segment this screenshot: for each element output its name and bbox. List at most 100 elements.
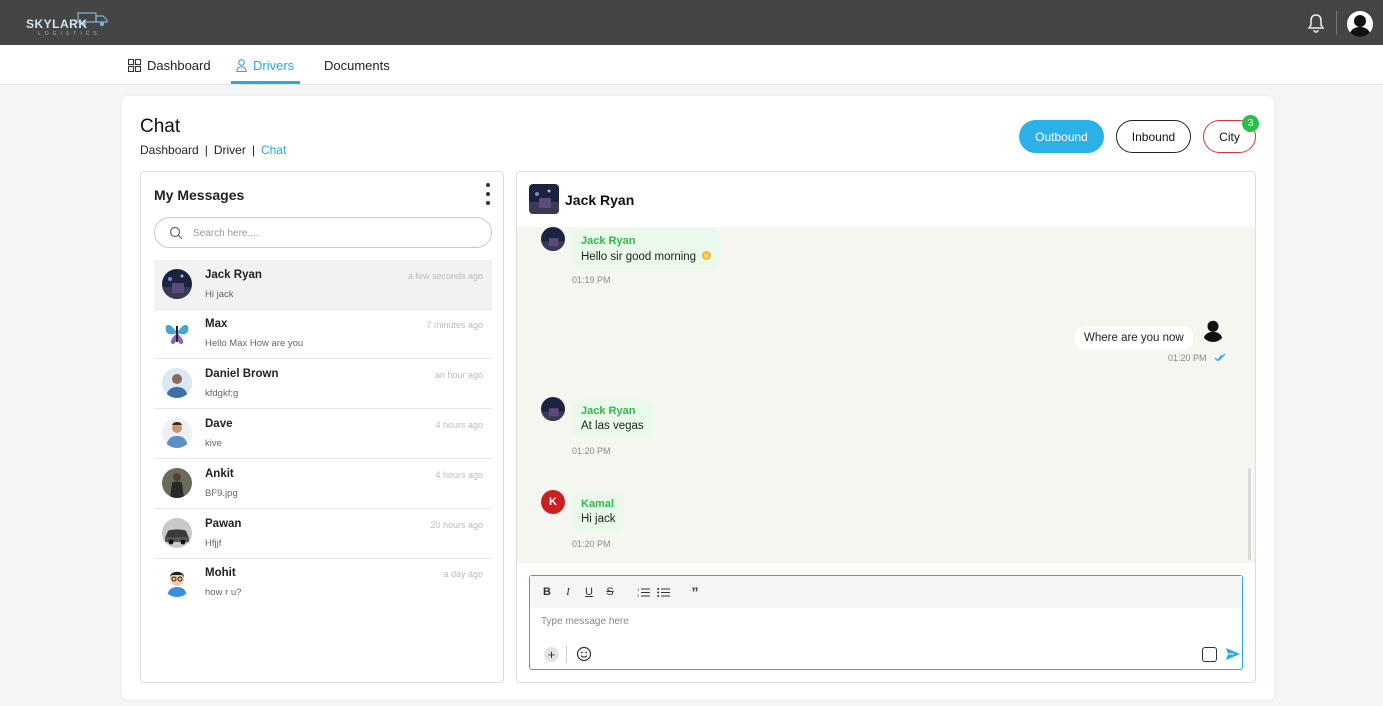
avatar — [162, 567, 192, 597]
message-sender: Jack Ryan — [581, 405, 636, 417]
italic-button[interactable]: I — [560, 584, 576, 600]
conversation-item-jack-ryan[interactable]: Jack Ryan Hi jack a few seconds ago — [154, 260, 492, 310]
conversation-item-mohit[interactable]: Mohit how r u? a day ago — [154, 558, 492, 608]
active-tab-indicator — [231, 81, 300, 84]
page-title: Chat — [140, 116, 181, 137]
message-list: Jack Ryan Hello sir good morning 01:19 P… — [517, 227, 1255, 563]
brand-tagline: LOGISTICS — [38, 31, 101, 37]
nav-drivers-label: Drivers — [253, 57, 295, 73]
avatar — [162, 368, 192, 398]
scrollbar[interactable] — [1248, 468, 1251, 560]
svg-text:1: 1 — [637, 587, 640, 592]
nav-dashboard-label: Dashboard — [147, 57, 211, 73]
grid-icon — [128, 58, 141, 72]
conversation-last-message: BF9.jpg — [205, 488, 238, 499]
messages-panel-title: My Messages — [154, 187, 245, 203]
message-input[interactable]: Type message here — [541, 616, 1141, 627]
breadcrumb-separator: | — [204, 143, 208, 157]
message-bubble-outgoing: Where are you now — [1075, 326, 1193, 350]
avatar — [162, 269, 192, 299]
conversation-name: Mohit — [205, 567, 236, 579]
breadcrumb-driver[interactable]: Driver — [214, 143, 246, 157]
search-icon — [169, 226, 183, 240]
conversation-time: 4 hours ago — [435, 420, 483, 430]
message-time: 01:19 PM — [572, 275, 611, 285]
conversation-item-max[interactable]: Max Hello Max How are you 7 minutes ago — [154, 309, 492, 359]
message-time: 01:20 PM — [572, 446, 611, 456]
nav-documents-label: Documents — [324, 57, 390, 73]
brand-name: SKYLARK — [26, 17, 88, 31]
user-avatar[interactable] — [1347, 11, 1373, 37]
conversation-last-message: Hello Max How are you — [205, 338, 304, 349]
inbound-button[interactable]: Inbound — [1116, 120, 1191, 153]
outbound-button[interactable]: Outbound — [1019, 120, 1104, 153]
conversation-item-daniel-brown[interactable]: Daniel Brown kfdgkf;g an hour ago — [154, 359, 492, 409]
message-text: At las vegas — [581, 420, 644, 432]
underline-button[interactable]: U — [581, 584, 597, 600]
chat-panel: Jack Ryan Jack Ryan Hello sir good morni… — [516, 171, 1256, 683]
breadcrumb-separator: | — [251, 143, 255, 157]
messages-panel: My Messages Jack Ryan Hi jack a few seco… — [140, 171, 504, 683]
message-avatar — [541, 397, 565, 421]
conversation-item-ankit[interactable]: Ankit BF9.jpg 4 hours ago — [154, 459, 492, 509]
brand-logo[interactable]: SKYLARK LOGISTICS — [18, 8, 112, 40]
format-toolbar: B I U S 1 2 ” — [530, 576, 1242, 608]
conversation-time: 4 hours ago — [435, 470, 483, 480]
conversation-last-message: how r u? — [205, 587, 242, 598]
conversation-time: 20 hours ago — [430, 520, 483, 530]
divider — [1336, 11, 1337, 35]
sun-emoji-icon — [702, 251, 712, 260]
nav-dashboard[interactable]: Dashboard — [128, 55, 211, 75]
user-icon — [236, 58, 247, 72]
message-avatar — [1201, 318, 1225, 342]
message-avatar-initial: K — [541, 490, 565, 514]
message-bubble-incoming: Jack Ryan At las vegas — [572, 399, 653, 438]
message-sender: Jack Ryan — [581, 235, 636, 247]
conversation-item-pawan[interactable]: Pawan Hfjjf 20 hours ago — [154, 509, 492, 559]
bold-button[interactable]: B — [539, 584, 555, 600]
message-composer: B I U S 1 2 ” Type message here + — [529, 575, 1243, 670]
conversation-name: Jack Ryan — [205, 269, 262, 281]
strikethrough-button[interactable]: S — [602, 584, 618, 600]
ordered-list-button[interactable]: 1 2 — [635, 584, 651, 600]
read-receipt-icon — [1214, 353, 1226, 362]
blockquote-button[interactable]: ” — [687, 584, 703, 600]
avatar — [162, 518, 192, 548]
conversation-item-dave[interactable]: Dave kive 4 hours ago — [154, 409, 492, 459]
message-time: 01:20 PM — [572, 539, 611, 549]
conversation-last-message: kive — [205, 438, 222, 449]
more-options-icon[interactable] — [485, 183, 491, 205]
bell-icon[interactable] — [1307, 13, 1325, 33]
conversation-last-message: Hfjjf — [205, 538, 222, 549]
attach-button[interactable]: + — [544, 647, 559, 662]
send-icon[interactable] — [1225, 646, 1241, 662]
breadcrumb-chat: Chat — [260, 143, 287, 157]
conversation-time: a few seconds ago — [407, 271, 483, 281]
conversation-time: 7 minutes ago — [426, 320, 483, 330]
conversation-name: Pawan — [205, 518, 242, 530]
nav-bar: Dashboard Drivers Documents — [0, 45, 1383, 85]
ordered-list-icon: 1 2 — [637, 587, 650, 598]
breadcrumb: Dashboard | Driver | Chat — [140, 143, 286, 157]
conversation-last-message: kfdgkf;g — [205, 388, 239, 399]
bullet-list-button[interactable] — [655, 584, 671, 600]
contact-name: Jack Ryan — [565, 192, 635, 208]
emoji-icon[interactable] — [576, 646, 592, 662]
checkbox-toggle[interactable] — [1202, 647, 1217, 662]
message-text: Hello sir good morning — [581, 250, 712, 263]
conversation-name: Dave — [205, 418, 233, 430]
top-bar: SKYLARK LOGISTICS — [0, 0, 1383, 45]
breadcrumb-dashboard[interactable]: Dashboard — [140, 143, 199, 157]
city-count-badge: 3 — [1242, 115, 1259, 132]
nav-drivers[interactable]: Drivers — [236, 55, 294, 75]
plus-icon: + — [547, 647, 556, 662]
user-silhouette-icon — [1349, 15, 1371, 37]
bullet-list-icon — [656, 587, 670, 597]
conversation-last-message: Hi jack — [205, 289, 234, 300]
contact-avatar[interactable] — [529, 184, 559, 214]
message-text: Hi jack — [581, 513, 616, 525]
nav-documents[interactable]: Documents — [324, 55, 390, 75]
search-box — [154, 217, 492, 248]
divider — [566, 646, 567, 663]
search-input[interactable] — [193, 223, 473, 243]
